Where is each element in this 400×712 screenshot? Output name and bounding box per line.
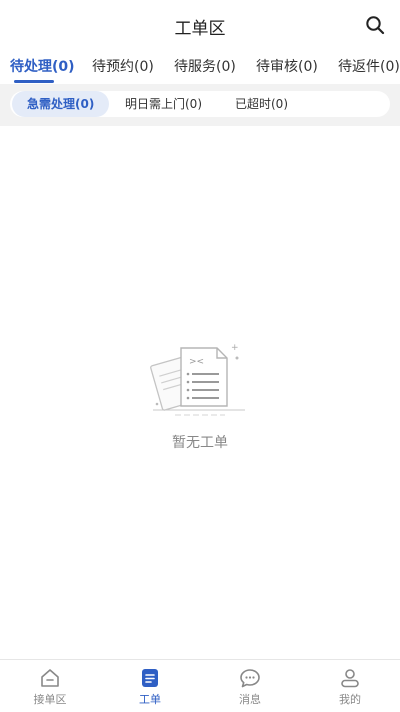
search-icon xyxy=(366,16,385,35)
tab-return-parts[interactable]: 待返件(0) xyxy=(338,56,400,76)
nav-label-order-pool: 接单区 xyxy=(33,693,67,706)
status-tabs: 待处理(0) 待预约(0) 待服务(0) 待审核(0) 待返件(0) xyxy=(0,50,400,84)
empty-document-icon: >< + xyxy=(150,343,245,416)
nav-label-profile: 我的 xyxy=(339,693,361,706)
tab-under-review[interactable]: 待审核(0) xyxy=(256,56,318,76)
nav-messages[interactable]: 消息 xyxy=(200,660,300,712)
home-icon xyxy=(41,669,59,687)
page-title: 工单区 xyxy=(174,19,226,39)
empty-state: >< + 暂无工单 xyxy=(0,340,400,452)
app-header: 工单区 xyxy=(0,0,400,48)
filter-area: 急需处理(0) 明日需上门(0) 已超时(0) xyxy=(0,84,400,126)
filter-overdue[interactable]: 已超时(0) xyxy=(220,91,303,117)
svg-text:><: >< xyxy=(189,357,204,367)
filter-visit-tomorrow[interactable]: 明日需上门(0) xyxy=(110,91,217,117)
active-tab-indicator xyxy=(14,80,54,83)
filter-urgent[interactable]: 急需处理(0) xyxy=(12,91,110,117)
nav-work-orders[interactable]: 工单 xyxy=(100,660,200,712)
tab-to-schedule[interactable]: 待预约(0) xyxy=(92,56,154,76)
filter-bar: 急需处理(0) 明日需上门(0) 已超时(0) xyxy=(10,91,390,117)
tab-pending[interactable]: 待处理(0) xyxy=(10,56,75,76)
empty-state-text: 暂无工单 xyxy=(172,435,228,451)
nav-profile[interactable]: 我的 xyxy=(300,660,400,712)
bottom-nav: 接单区 工单 消息 我的 xyxy=(0,659,400,712)
search-button[interactable] xyxy=(364,14,386,36)
document-icon xyxy=(142,669,158,687)
nav-label-work-orders: 工单 xyxy=(139,693,161,706)
svg-text:+: + xyxy=(231,343,239,353)
nav-order-pool[interactable]: 接单区 xyxy=(0,660,100,712)
user-icon xyxy=(341,669,359,688)
nav-label-messages: 消息 xyxy=(239,693,261,706)
tab-to-service[interactable]: 待服务(0) xyxy=(174,56,236,76)
chat-icon xyxy=(240,669,260,688)
